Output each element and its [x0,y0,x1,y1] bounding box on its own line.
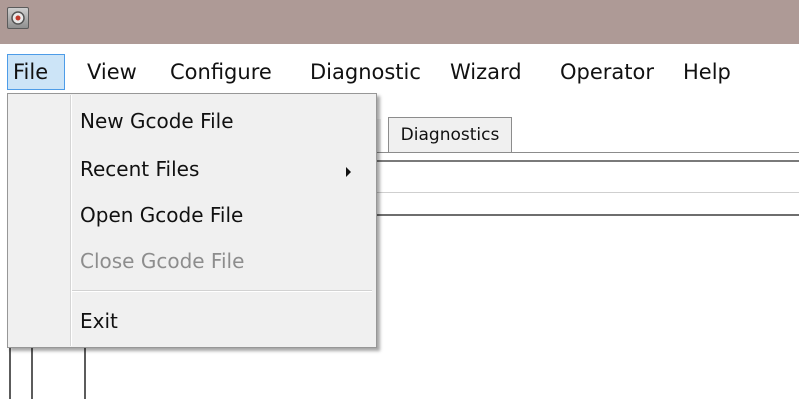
file-menu-dropdown: New Gcode File Recent Files Open Gcode F… [7,93,377,348]
tab-diagnostics[interactable]: Diagnostics [388,117,512,152]
menu-file[interactable]: File [7,54,65,90]
menu-help[interactable]: Help [678,54,736,90]
menu-wizard[interactable]: Wizard [445,54,527,90]
app-logo-icon [11,11,25,25]
left-frame-panel [9,348,33,399]
menu-icon-gutter [70,95,72,346]
menu-separator [72,290,372,292]
menu-item-new-gcode-file[interactable]: New Gcode File [80,106,234,136]
menu-item-open-gcode-file[interactable]: Open Gcode File [80,200,243,230]
menu-item-exit[interactable]: Exit [80,306,118,336]
menu-view[interactable]: View [82,54,142,90]
tab-strip-divider [372,152,799,153]
menu-item-recent-files[interactable]: Recent Files [80,154,199,184]
chevron-right-icon [346,167,351,177]
content-pane-top-border [372,160,799,162]
content-pane [372,161,799,213]
menu-diagnostic[interactable]: Diagnostic [305,54,426,90]
content-pane-row-divider [372,192,799,193]
app-icon[interactable] [7,7,29,29]
menu-item-close-gcode-file: Close Gcode File [80,249,245,273]
inner-frame-divider [84,348,86,399]
content-pane-bottom-border [372,214,799,216]
title-bar [0,0,799,44]
menu-operator[interactable]: Operator [555,54,659,90]
menu-configure[interactable]: Configure [165,54,277,90]
